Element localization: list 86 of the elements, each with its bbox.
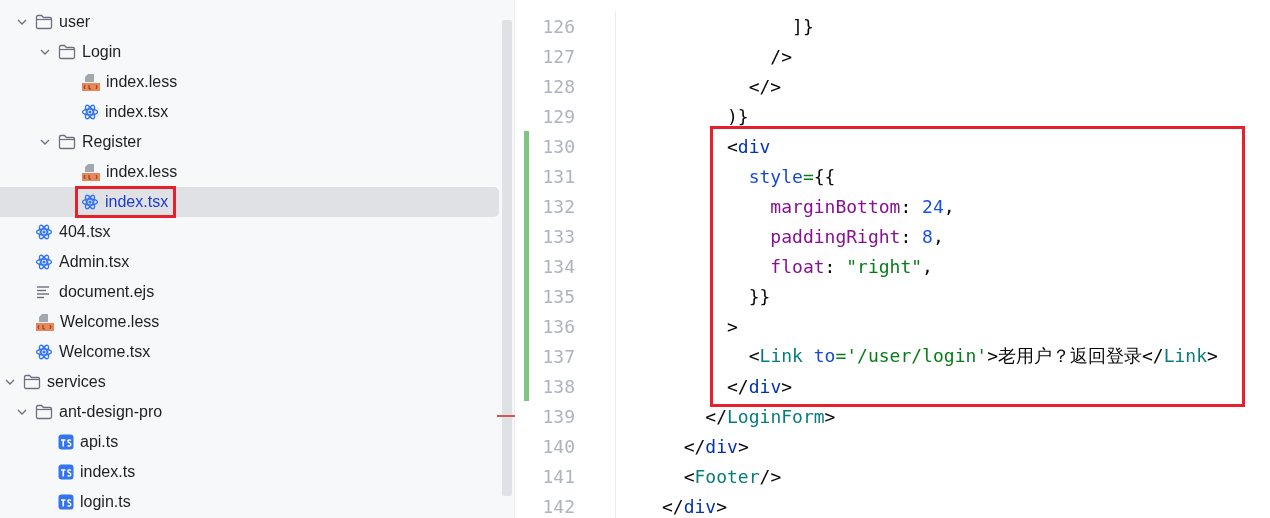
code-line: <Footer/> — [682, 465, 782, 487]
code-line: marginBottom: 24, — [769, 195, 955, 217]
error-marker — [497, 415, 515, 417]
tree-item[interactable]: api.ts — [0, 427, 499, 457]
stylesheet-file-icon — [81, 72, 100, 92]
line-number: 126 — [541, 14, 575, 39]
tree-item-label: login.ts — [80, 493, 131, 511]
folder-icon — [58, 44, 76, 60]
tree-item-label: Admin.tsx — [59, 253, 130, 271]
tree-item[interactable]: Register — [0, 127, 499, 157]
line-number: 140 — [541, 434, 575, 459]
atom-icon — [35, 223, 53, 241]
tree-item[interactable]: document.ejs — [0, 277, 499, 307]
tree-item-label: index.tsx — [105, 103, 169, 121]
line-number: 137 — [541, 344, 575, 369]
tree-item[interactable]: user — [0, 7, 499, 37]
line-number: 142 — [541, 494, 575, 518]
code-line: </LoginForm> — [704, 405, 836, 427]
tree-item-label: ant-design-pro — [59, 403, 163, 421]
stylesheet-file-icon — [35, 312, 54, 332]
tree-item-label: services — [47, 373, 106, 391]
tree-item[interactable]: Welcome.less — [0, 307, 499, 337]
atom-icon — [35, 253, 53, 271]
line-number: 128 — [541, 74, 575, 99]
line-number: 138 — [541, 374, 575, 399]
tree-item-label: 404.tsx — [59, 223, 111, 241]
line-number: 133 — [541, 224, 575, 249]
tree-item[interactable]: ant-design-pro — [0, 397, 499, 427]
tree-item-label: Register — [82, 133, 142, 151]
code-line: style={{ — [747, 165, 836, 187]
line-number: 134 — [541, 254, 575, 279]
folder-icon — [58, 134, 76, 150]
code-line: /> — [769, 45, 793, 67]
scrollbar[interactable] — [502, 20, 512, 496]
line-number: 141 — [541, 464, 575, 489]
tree-item-label: index.tsx — [105, 193, 169, 211]
tree-item-label: Welcome.less — [60, 313, 160, 331]
code-line: </div> — [682, 435, 749, 457]
atom-icon — [81, 193, 99, 211]
stylesheet-file-icon — [81, 162, 100, 182]
line-number: 135 — [541, 284, 575, 309]
tree-item-label: index.less — [106, 73, 178, 91]
line-number: 130 — [541, 134, 575, 159]
line-number: 136 — [541, 314, 575, 339]
line-number: 132 — [541, 194, 575, 219]
tree-item[interactable]: login.ts — [0, 487, 499, 517]
tree-item-label: document.ejs — [59, 283, 155, 301]
tree-item[interactable]: Admin.tsx — [0, 247, 499, 277]
folder-icon — [35, 404, 53, 420]
code-line: ]} — [791, 15, 814, 37]
tree-item[interactable]: index.ts — [0, 457, 499, 487]
tree-item[interactable]: Welcome.tsx — [0, 337, 499, 367]
folder-icon — [23, 374, 41, 390]
tree-item-label: index.ts — [80, 463, 136, 481]
code-line: </> — [747, 75, 782, 97]
code-line: > — [726, 315, 738, 337]
tree-item[interactable]: services — [0, 367, 499, 397]
code-line: paddingRight: 8, — [769, 225, 944, 247]
tree-item[interactable]: index.tsx — [0, 97, 499, 127]
tree-item[interactable]: index.less — [0, 157, 499, 187]
folder-icon — [35, 14, 53, 30]
line-number: 127 — [541, 44, 575, 69]
code-line: </div> — [726, 375, 793, 397]
code-line: )} — [726, 105, 749, 127]
line-number: 129 — [541, 104, 575, 129]
line-number: 139 — [541, 404, 575, 429]
tree-item-label: user — [59, 13, 91, 31]
tree-item[interactable]: index.tsx — [0, 187, 499, 217]
tree-item-label: Login — [82, 43, 122, 61]
tree-item-label: index.less — [106, 163, 178, 181]
tree-item[interactable]: index.less — [0, 67, 499, 97]
tree-item[interactable]: 404.tsx — [0, 217, 499, 247]
typescript-file-icon — [58, 494, 74, 510]
tree-item-label: Welcome.tsx — [59, 343, 151, 361]
code-line: <Link to='/user/login'>老用户？返回登录</Link> — [747, 344, 1218, 368]
atom-icon — [35, 343, 53, 361]
typescript-file-icon — [58, 434, 74, 450]
code-line: }} — [747, 285, 771, 307]
tree-item-label: api.ts — [80, 433, 119, 451]
atom-icon — [81, 103, 99, 121]
code-line: <div — [726, 135, 771, 157]
code-line: </div> — [662, 495, 728, 517]
typescript-file-icon — [58, 464, 74, 480]
code-line: float: "right", — [769, 255, 933, 277]
tree-item[interactable]: Login — [0, 37, 499, 67]
line-number: 131 — [541, 164, 575, 189]
